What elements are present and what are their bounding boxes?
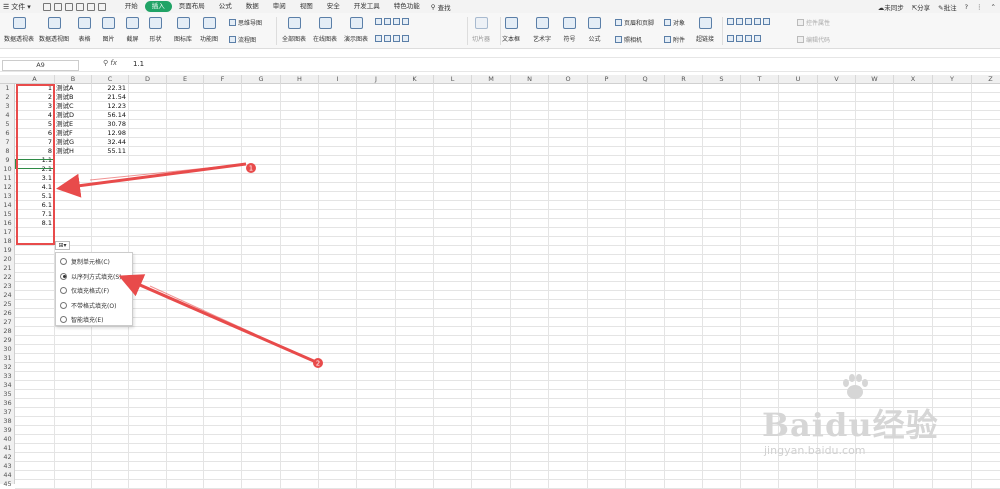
- marker-1: 1: [249, 165, 253, 173]
- watermark: Baidu经验 jingyan.baidu.com: [762, 372, 972, 482]
- arrow-2-thin: [149, 285, 317, 363]
- arrow-1: [56, 162, 247, 198]
- arrow-1-thin: [89, 163, 247, 181]
- watermark-logo: Baidu经验: [762, 406, 939, 444]
- paw-icon: [843, 374, 868, 399]
- marker-2: 2: [316, 360, 320, 368]
- arrow-2: [118, 274, 317, 364]
- watermark-url: jingyan.baidu.com: [764, 444, 866, 457]
